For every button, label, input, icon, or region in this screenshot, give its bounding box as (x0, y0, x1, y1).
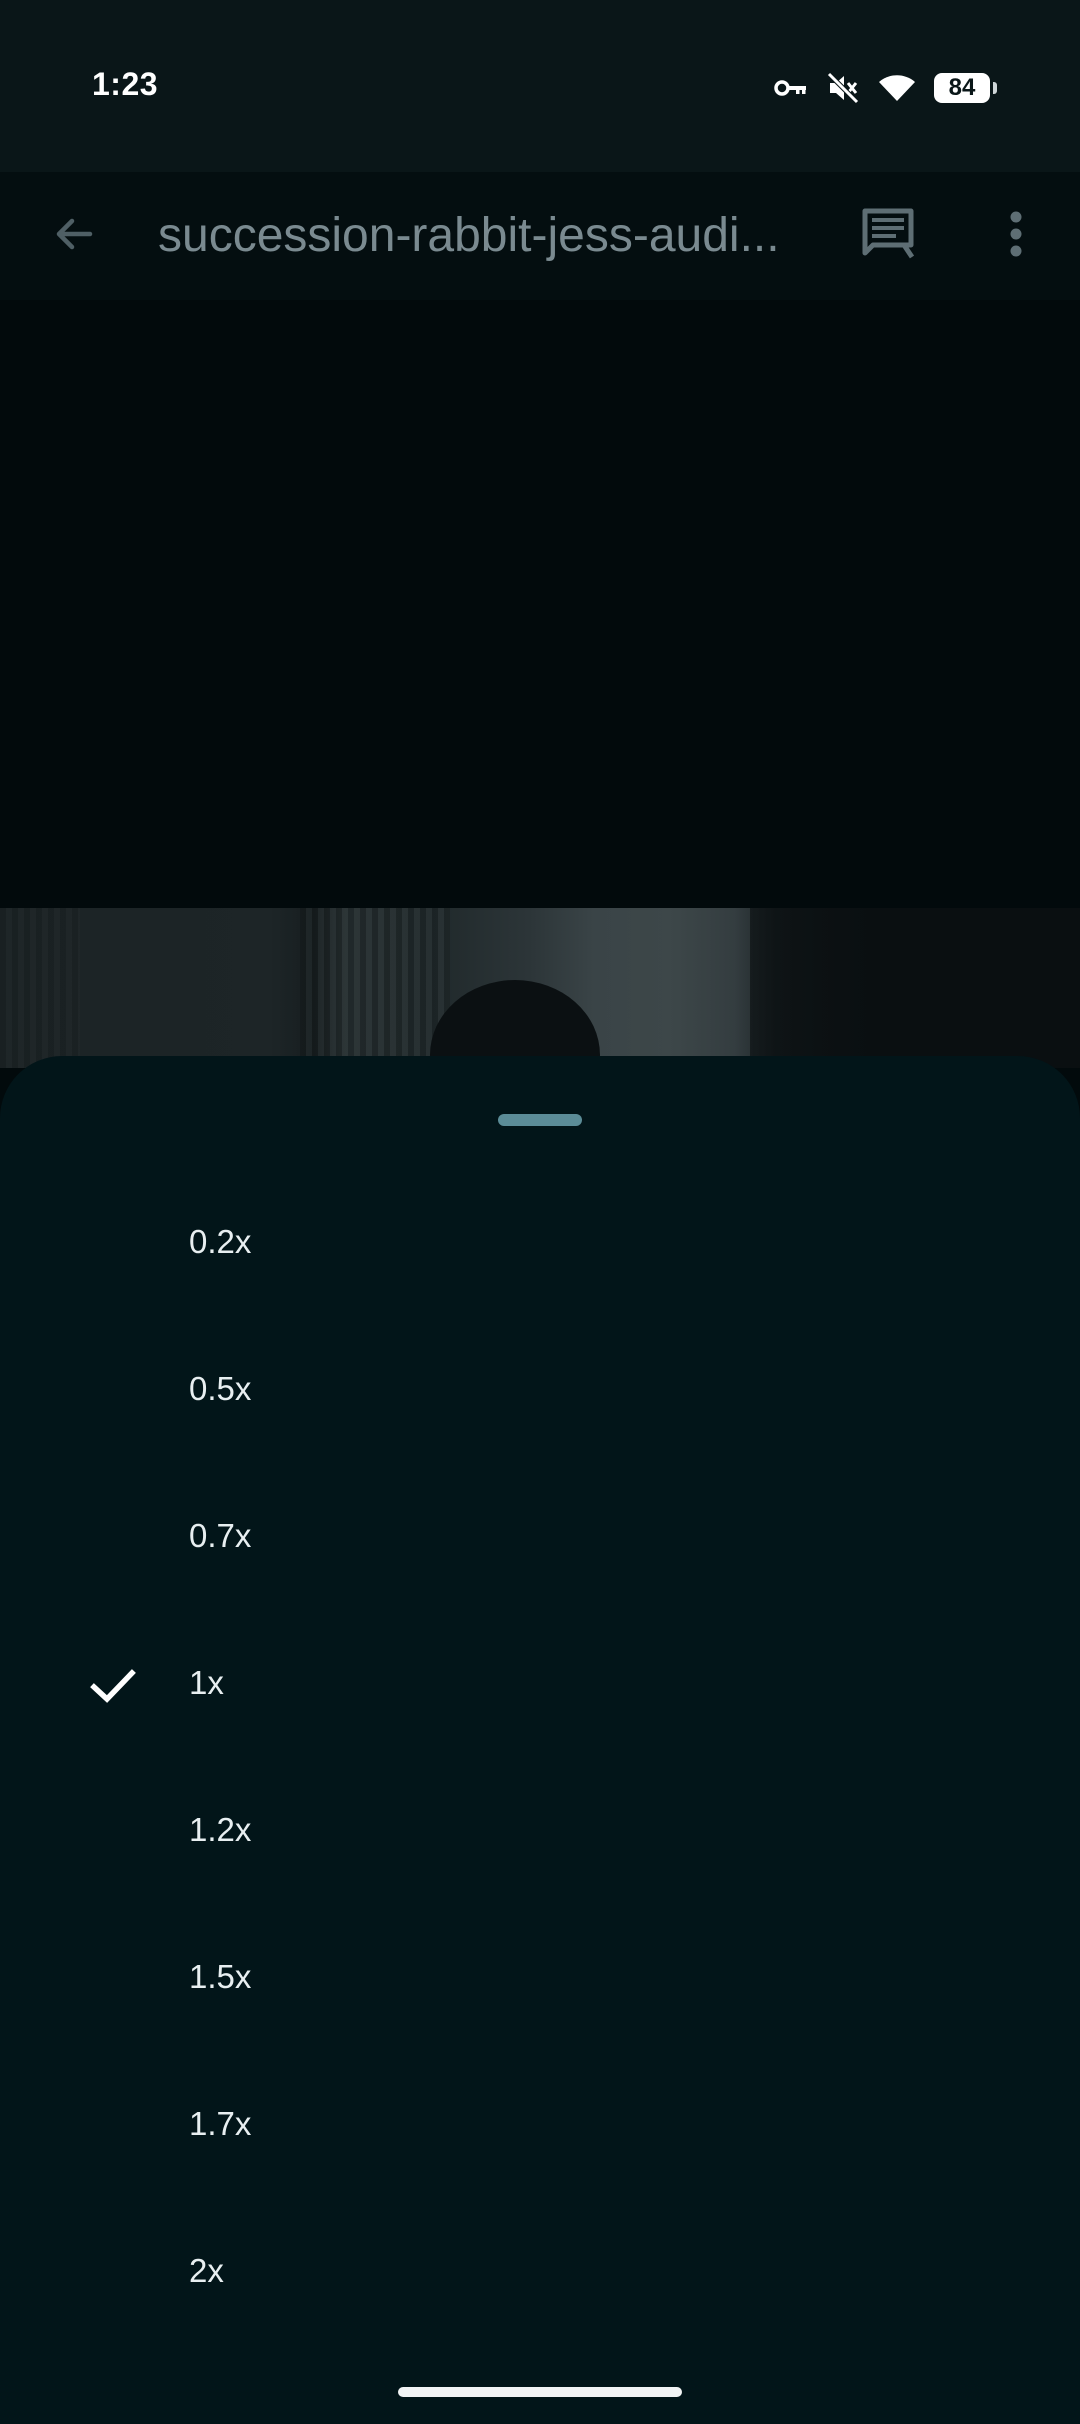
speed-option-label: 1.2x (189, 1811, 252, 1848)
video-player-area[interactable] (0, 300, 1080, 908)
battery-icon: 84 (934, 73, 997, 103)
home-gesture-bar[interactable] (398, 2387, 682, 2397)
more-vert-icon (1010, 211, 1022, 257)
mute-icon (827, 72, 859, 104)
more-options-button[interactable] (980, 198, 1052, 270)
vpn-key-icon (774, 80, 806, 96)
playback-speed-sheet: 0.2x 0.5x 0.7x 1x 1.2x 1.5x 1.7x 2x (0, 1056, 1080, 2424)
back-button[interactable] (38, 198, 110, 270)
sheet-drag-handle[interactable] (498, 1114, 582, 1126)
comment-button[interactable] (852, 196, 924, 272)
speed-option-label: 2x (189, 2252, 224, 2289)
speed-option-label: 1x (189, 1664, 224, 1701)
status-bar: 1:23 84 (0, 0, 1080, 172)
speed-option[interactable]: 0.5x (0, 1317, 1080, 1464)
status-icons: 84 (774, 68, 997, 108)
speed-option[interactable]: 1.5x (0, 1905, 1080, 2052)
speed-option-label: 0.7x (189, 1517, 252, 1554)
comment-icon (862, 208, 915, 259)
speed-option[interactable]: 0.7x (0, 1464, 1080, 1611)
speed-option[interactable]: 1.2x (0, 1758, 1080, 1905)
video-frame (0, 908, 1080, 1068)
speed-option-list: 0.2x 0.5x 0.7x 1x 1.2x 1.5x 1.7x 2x (0, 1170, 1080, 2346)
speed-option-label: 0.2x (189, 1223, 252, 1260)
video-title: succession-rabbit-jess-audi... (158, 209, 780, 262)
speed-option-selected[interactable]: 1x (0, 1611, 1080, 1758)
speed-option[interactable]: 1.7x (0, 2052, 1080, 2199)
arrow-back-icon (56, 218, 93, 250)
speed-option[interactable]: 0.2x (0, 1170, 1080, 1317)
speed-option-label: 1.7x (189, 2105, 252, 2142)
speed-option[interactable]: 2x (0, 2199, 1080, 2346)
checkmark-icon (90, 1669, 136, 1703)
speed-option-label: 1.5x (189, 1958, 252, 1995)
speed-option-label: 0.5x (189, 1370, 252, 1407)
status-time: 1:23 (92, 66, 159, 102)
video-app-bar: succession-rabbit-jess-audi... (0, 172, 1080, 300)
wifi-icon (879, 75, 915, 101)
